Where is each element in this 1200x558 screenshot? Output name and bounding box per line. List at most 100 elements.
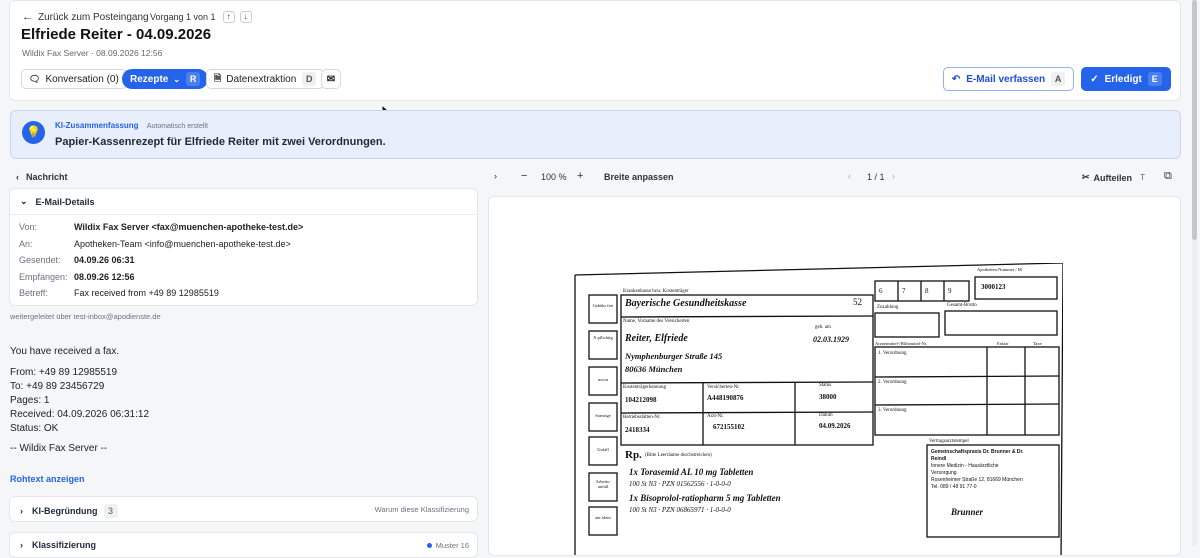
field-subject: Betreff: Fax received from +49 89 1298551… — [19, 288, 219, 299]
recipes-tab[interactable]: Rezepte ⌄ R — [122, 69, 209, 89]
kk-label: Kostenträgerkennung — [623, 385, 667, 390]
apo-number-label: Apotheken-Nummer / IK — [977, 267, 1023, 272]
zoom-out-icon[interactable]: − — [521, 170, 527, 182]
side-box-label: Sonstige — [595, 413, 611, 418]
stamp-line: Innere Medizin - Hausärztliche — [931, 463, 999, 469]
lanr-number: 672155102 — [713, 423, 745, 431]
split-button[interactable]: ✂ Aufteilen T — [1082, 172, 1145, 183]
document-icon: 🗎 — [214, 73, 222, 83]
faktor-label: Faktor — [997, 341, 1009, 346]
taxe-label: Taxe — [1033, 341, 1042, 346]
field-to: An: Apotheken-Team <info@muenchen-apothek… — [19, 238, 291, 249]
rp-label: Rp. — [625, 449, 642, 461]
viewer-toolbar: › − 100 % + Breite anpassen ‹ 1 / 1 › ✂ … — [488, 170, 1181, 188]
open-external-icon[interactable]: ⧉ — [1164, 170, 1172, 183]
ai-reason-hint: Warum diese Klassifizierung — [374, 505, 469, 514]
name-label: Name, Vorname des Versicherten — [623, 319, 690, 324]
extraction-tab-label: Datenextraktion — [226, 73, 297, 85]
page-next-icon[interactable]: › — [892, 171, 895, 181]
item2-details: 100 St N3 · PZN 06865971 · 1-0-0-0 — [629, 506, 731, 514]
scrollbar-thumb[interactable] — [1192, 0, 1197, 240]
chevron-right-icon: › — [20, 540, 23, 550]
vo1-label: 1. Verordnung — [878, 351, 907, 356]
patient-city: 80636 München — [625, 364, 683, 374]
page-prev-icon[interactable]: ‹ — [848, 171, 851, 181]
arrow-down-icon[interactable]: ↓ — [239, 11, 252, 23]
vn-label: Versicherten-Nr. — [707, 385, 740, 390]
body-line: To: +49 89 23456729 — [10, 381, 105, 392]
header-card: ← Zurück zum Posteingang Vorgang 1 von 1… — [9, 0, 1181, 101]
side-box-label: aut idem — [595, 515, 611, 520]
raw-text-link[interactable]: Rohtext anzeigen — [10, 474, 85, 484]
back-to-inbox-link[interactable]: ← Zurück zum Posteingang — [22, 11, 149, 23]
ai-summary-banner: 💡 KI-Zusammenfassung Automatisch erstell… — [10, 110, 1181, 159]
message-back-label: Nachricht — [26, 172, 68, 182]
ai-reason-section[interactable]: › KI-Begründung 3 Warum diese Klassifizi… — [9, 496, 478, 522]
side-box-label: Unfall — [597, 447, 609, 452]
item1-details: 100 St N3 · PZN 01562556 · 1-0-0-0 — [629, 480, 731, 488]
lightbulb-icon: 💡 — [22, 121, 45, 144]
date-value: 04.09.2026 — [819, 422, 851, 430]
extraction-shortcut: D — [302, 72, 317, 86]
case-counter: Vorgang 1 von 1 ↑ ↓ — [150, 11, 252, 23]
vo3-label: 3. Verordnung — [878, 408, 907, 413]
chat-icon: 🗨 — [29, 73, 41, 84]
email-details-header[interactable]: ⌄ E-Mail-Details — [20, 196, 95, 207]
side-box-label: Arbeits-unfall — [595, 479, 611, 489]
stamp-line: Rosenheimer Straße 12, 81669 München — [931, 477, 1023, 483]
side-box-label: X pflichtig — [593, 335, 613, 340]
message-back-link[interactable]: ‹ Nachricht — [16, 172, 68, 182]
top-digit: 6 — [879, 287, 883, 295]
chevron-down-icon: ⌄ — [173, 74, 181, 84]
zoom-in-icon[interactable]: + — [577, 170, 583, 182]
email-details-title: E-Mail-Details — [35, 196, 95, 207]
ai-reason-count: 3 — [103, 504, 118, 518]
mail-button[interactable]: ✉ — [321, 69, 341, 89]
status-label: Status — [819, 383, 832, 388]
insurer: Bayerische Gesundheitskasse — [625, 298, 747, 309]
bsnr-label: Betriebsstätten-Nr. — [623, 415, 661, 420]
email-details-card: ⌄ E-Mail-Details Von: Wildix Fax Server <… — [9, 188, 478, 306]
done-label: Erledigt — [1104, 73, 1142, 85]
recipes-tab-label: Rezepte — [130, 73, 169, 85]
patient-dob: 02.03.1929 — [813, 335, 849, 344]
reply-icon: ↶ — [951, 73, 961, 85]
bsnr-number: 2418334 — [625, 426, 650, 434]
field-sent: Gesendet: 04.09.26 06:31 — [19, 255, 135, 266]
scrollbar[interactable] — [1192, 0, 1197, 546]
arrow-up-icon[interactable]: ↑ — [222, 11, 235, 23]
compose-email-label: E-Mail verfassen — [966, 73, 1046, 85]
chevron-down-icon: ⌄ — [20, 196, 28, 206]
document-viewer: Apotheken-Nummer / IK 3000123 6 7 8 9 Kr… — [488, 196, 1181, 556]
chevron-left-icon: ‹ — [16, 172, 19, 182]
item2: 1x Bisoprolol-ratiopharm 5 mg Tabletten — [629, 493, 781, 503]
page-title: Elfriede Reiter - 04.09.2026 — [21, 26, 212, 43]
classification-section[interactable]: › Klassifizierung Muster 16 — [9, 532, 478, 558]
fit-width-button[interactable]: Breite anpassen — [604, 172, 674, 182]
vo2-label: 2. Verordnung — [878, 380, 907, 385]
compose-email-button[interactable]: ↶ E-Mail verfassen A — [943, 67, 1074, 91]
collapse-panel-icon[interactable]: › — [494, 171, 497, 181]
date-label: Datum — [819, 413, 833, 418]
stamp-line: Gemeinschaftspraxis Dr. Brunner & Dr. — [931, 449, 1024, 455]
field-from: Von: Wildix Fax Server <fax@muenchen-apot… — [19, 222, 304, 233]
scissors-icon: ✂ — [1082, 172, 1090, 182]
body-line: Received: 04.09.2026 06:31:12 — [10, 409, 149, 420]
stamp-line: Versorgung — [931, 470, 957, 476]
vn-number: A448190876 — [707, 394, 744, 402]
extraction-tab[interactable]: 🗎 Datenextraktion D — [206, 69, 325, 89]
side-box-label: noctu — [598, 377, 608, 382]
conversation-tab-label: Konversation (0) — [45, 73, 119, 85]
top-digit: 7 — [902, 287, 906, 295]
gesamt-label: Gesamt-Brutto — [947, 303, 977, 308]
conversation-tab[interactable]: 🗨 Konversation (0) — [21, 69, 127, 89]
field-received: Empfangen: 08.09.26 12:56 — [19, 271, 135, 282]
stamp-line: Tel. 089 / 48 91 77-0 — [931, 484, 977, 490]
split-label: Aufteilen — [1093, 172, 1133, 183]
case-counter-label: Vorgang 1 von 1 — [150, 12, 216, 22]
zoom-level: 100 % — [541, 172, 567, 182]
done-shortcut: E — [1147, 72, 1162, 86]
top-digit: 9 — [948, 287, 952, 295]
done-button[interactable]: ✓ Erledigt E — [1081, 67, 1171, 91]
stamp-label: Vertragsarztstempel — [929, 439, 969, 444]
